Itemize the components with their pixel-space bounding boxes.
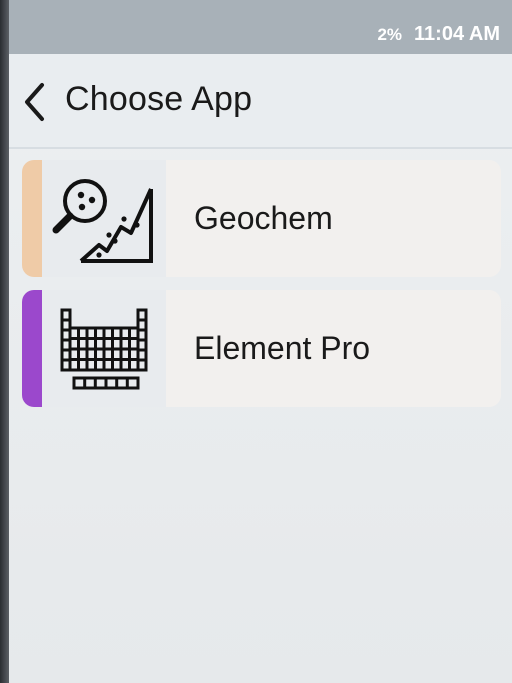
app-icon-container <box>42 160 166 277</box>
app-icon-container <box>42 290 166 407</box>
device-screen: 2% 11:04 AM Choose App Geochem Element P… <box>9 0 512 683</box>
chevron-left-icon <box>25 83 44 121</box>
app-label-container: Element Pro <box>166 290 501 407</box>
clock: 11:04 AM <box>414 23 500 45</box>
app-name-label: Geochem <box>194 200 333 236</box>
app-name-label: Element Pro <box>194 330 371 366</box>
status-indicators: 2% 11:04 AM <box>377 23 500 46</box>
status-bar: 2% 11:04 AM <box>9 0 512 54</box>
battery-level: 2% <box>377 24 403 44</box>
magnifier-chart-icon <box>52 178 153 263</box>
app-item-element-pro[interactable]: Element Pro <box>22 290 501 407</box>
back-button[interactable] <box>17 76 53 128</box>
page-header: Choose App <box>9 54 512 149</box>
app-item-geochem[interactable]: Geochem <box>22 160 501 277</box>
device-bezel <box>0 0 9 683</box>
periodic-table-icon <box>60 308 148 389</box>
app-accent-bar <box>22 290 42 407</box>
app-accent-bar <box>22 160 42 277</box>
app-label-container: Geochem <box>166 160 501 277</box>
page-title: Choose App <box>65 80 253 118</box>
